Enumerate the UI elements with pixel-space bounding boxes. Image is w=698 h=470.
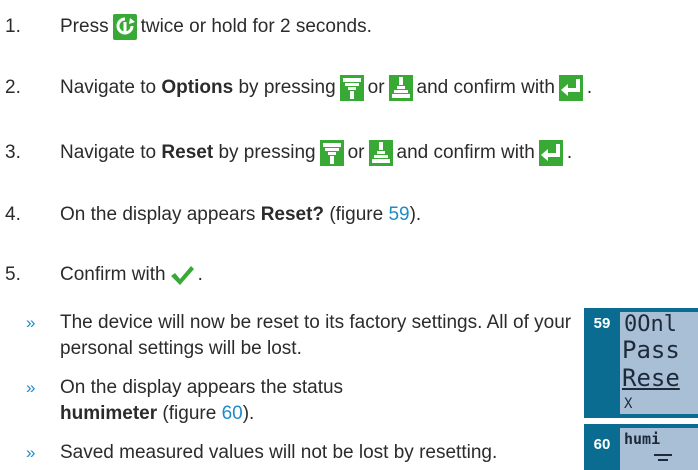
arrow-down-icon	[339, 75, 364, 101]
step-text: Confirm with .	[60, 262, 203, 288]
step-number: 5.	[5, 264, 21, 285]
power-rotate-icon	[112, 14, 137, 40]
lcd-line: 0Onl	[624, 312, 677, 337]
figure-link[interactable]: 59	[388, 202, 409, 228]
enter-icon	[538, 140, 563, 166]
lcd-indicator	[658, 459, 668, 461]
figure-link[interactable]: 60	[222, 403, 243, 424]
arrow-up-icon	[368, 140, 393, 166]
step-number: 3.	[5, 142, 21, 163]
bullet-text: On the display appears the status humime…	[60, 377, 344, 424]
bullet-symbol: »	[26, 313, 36, 332]
bullet-symbol: »	[26, 378, 36, 397]
figure-60: 60 humi	[584, 424, 698, 470]
step-text: Navigate to Options by pressing or and c…	[60, 75, 592, 101]
enter-icon	[558, 75, 583, 101]
lcd-display: humi	[620, 428, 698, 470]
checkmark-icon	[169, 262, 194, 288]
step-number: 4.	[5, 204, 21, 225]
arrow-up-icon	[388, 75, 413, 101]
figure-59: 59 0Onl Pass Rese X	[584, 308, 698, 418]
step-number: 1.	[5, 16, 21, 37]
step-number: 2.	[5, 77, 21, 98]
lcd-line: X	[624, 396, 633, 412]
lcd-line: Pass	[622, 336, 680, 364]
lcd-indicator	[654, 454, 672, 456]
lcd-display: 0Onl Pass Rese X	[620, 312, 698, 414]
step-text: Press twice or hold for 2 seconds.	[60, 14, 372, 40]
figure-number: 59	[593, 315, 611, 332]
arrow-down-icon	[319, 140, 344, 166]
step-text: On the display appears Reset? (figure 59…	[60, 202, 421, 228]
bullet-text: Saved measured values will not be lost b…	[60, 442, 498, 463]
figure-number: 60	[593, 436, 611, 453]
bullet-symbol: »	[26, 443, 36, 462]
lcd-line: humi	[624, 430, 661, 448]
lcd-line-selected: Rese	[622, 364, 680, 392]
bullet-text: The device will now be reset to its fact…	[60, 312, 572, 359]
step-text: Navigate to Reset by pressing or and con…	[60, 140, 572, 166]
